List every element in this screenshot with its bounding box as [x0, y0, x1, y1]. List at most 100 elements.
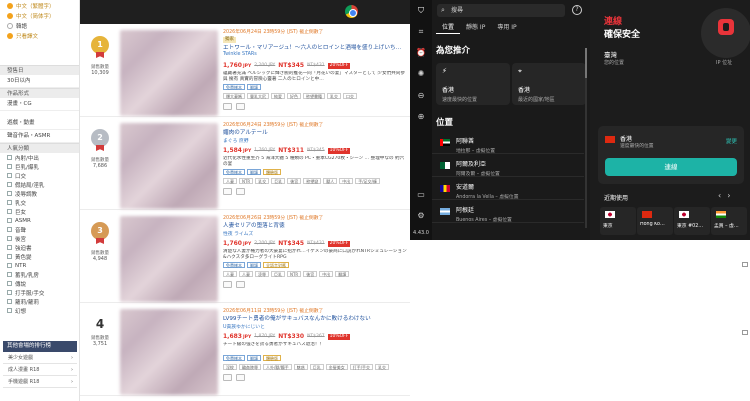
product-thumbnail[interactable] [120, 30, 218, 116]
genre-tag[interactable]: 人妻 [223, 178, 237, 184]
cart-icon[interactable] [223, 103, 232, 110]
filter-format-comic[interactable]: 漫畫・CG [0, 98, 79, 111]
genre-tag[interactable]: 乳交 [327, 93, 341, 99]
genre-option[interactable]: 巨乳/爆乳 [0, 162, 79, 171]
genre-tag[interactable]: 人妻 [239, 271, 253, 277]
ranking-link[interactable]: 美少女遊戲 › [3, 352, 77, 364]
genre-option[interactable]: 後宮 [0, 234, 79, 243]
genre-tag[interactable]: NTR [287, 271, 302, 277]
genre-tag[interactable]: 獸人 [323, 178, 338, 184]
genre-tag[interactable]: 口交 [343, 93, 357, 99]
genre-tag[interactable]: NTR [239, 178, 254, 184]
recent-location-tile[interactable]: 東京 #02… [674, 207, 710, 235]
product-thumbnail[interactable] [120, 309, 218, 395]
product-title-link[interactable]: LV99チート勇者の俺がサキュバスなんかに敗けるわけない [223, 315, 408, 323]
genre-tag[interactable]: 後宮 [287, 178, 302, 184]
share-icon[interactable] [742, 262, 748, 267]
genre-tag[interactable]: 慾望書籍 [303, 93, 325, 99]
genre-option[interactable]: 內射/中出 [0, 153, 79, 162]
genre-tag[interactable]: 凌辱 [255, 271, 269, 277]
location-row[interactable]: 阿根廷 Buenos Aires – 虛擬位置 [432, 202, 584, 223]
recent-location-tile[interactable]: 孟買 – 虛… [711, 207, 747, 235]
genre-tag[interactable]: 金髮美女 [325, 364, 348, 370]
change-location-link[interactable]: 變更 [726, 137, 737, 145]
filter-lang-zh-tw[interactable]: 中文（繁體字） [0, 1, 79, 11]
location-search-input[interactable]: ⌕ 搜尋 [437, 4, 565, 17]
product-thumbnail[interactable] [120, 216, 218, 302]
genre-tag[interactable]: 中出 [339, 178, 354, 184]
product-title-link[interactable]: 人妻セリアの堕落と背徳 [223, 222, 408, 230]
scan-icon[interactable]: ⌗ [416, 27, 426, 37]
genre-tag[interactable]: 巨乳 [271, 271, 285, 277]
help-icon[interactable]: ? [572, 5, 582, 15]
filter-lang-ko[interactable]: 韓語 [0, 21, 79, 31]
gear-icon[interactable]: ⚙ [416, 211, 426, 221]
genre-tag[interactable]: 巨乳 [309, 364, 324, 370]
genre-option[interactable]: 幻想 [0, 306, 79, 315]
recent-location-tile[interactable]: 東京 [600, 207, 636, 235]
recent-location-tile[interactable]: Hong Ko… [637, 207, 673, 235]
favorite-icon[interactable] [236, 103, 245, 110]
bug-icon[interactable]: ✺ [416, 69, 426, 79]
genre-tag[interactable]: 巨乳 [271, 178, 286, 184]
connect-button[interactable]: 連線 [605, 158, 737, 176]
genre-tag[interactable]: 手/足交/褲 [355, 178, 380, 184]
cart-icon[interactable] [223, 374, 232, 381]
genre-option[interactable]: 乳交 [0, 198, 79, 207]
genre-tag[interactable]: 純愛 [271, 93, 285, 99]
genre-option[interactable]: 黃色變 [0, 252, 79, 261]
genre-tag[interactable]: 乳交 [375, 364, 390, 370]
genre-tag[interactable]: 中出 [319, 271, 334, 277]
favorite-icon[interactable] [236, 281, 245, 288]
filter-voice-asmr[interactable]: 聲音作品・ASMR [0, 130, 79, 143]
cart-icon[interactable] [223, 281, 232, 288]
cart-icon[interactable] [223, 188, 232, 195]
location-row[interactable]: 阿爾及利亞 阿爾及爾 – 虛擬位置 [432, 156, 584, 177]
genre-tag[interactable]: 後宮 [303, 271, 318, 277]
genre-option[interactable]: 蓄乳/乳房 [0, 270, 79, 279]
genre-option[interactable]: 傳說 [0, 279, 79, 288]
filter-within-30[interactable]: 30日以內 [0, 75, 79, 88]
genre-option[interactable]: 假結局/淫乳 [0, 180, 79, 189]
genre-tag[interactable]: 豐乳大尻 [247, 93, 269, 99]
circle-name-link[interactable]: U貴族ゆかにじいと [223, 323, 408, 330]
shield-icon[interactable]: ⛉ [416, 6, 426, 16]
zoom-in-icon[interactable]: ⊕ [416, 112, 426, 122]
genre-option[interactable]: 音聲 [0, 225, 79, 234]
genre-tag[interactable]: 好色 [287, 93, 301, 99]
genre-tag[interactable]: 乳交 [255, 178, 270, 184]
favorite-icon[interactable] [236, 374, 245, 381]
genre-tag[interactable]: 淫紋 [223, 364, 237, 370]
tab-dedicated-ip[interactable]: 專用 IP [491, 22, 522, 34]
circle-name-link[interactable]: Twinkle STARs [223, 52, 408, 59]
genre-tag[interactable]: 翻譯 [335, 271, 350, 277]
rec-nearest-card[interactable]: ⌖ 香港 最近的國家/地區 [512, 63, 586, 105]
chevron-right-icon[interactable]: › [727, 191, 736, 200]
zoom-out-icon[interactable]: ⊖ [416, 91, 426, 101]
genre-option[interactable]: ASMR [0, 216, 79, 225]
filter-lang-zh-cn[interactable]: 中文（简体字） [0, 11, 79, 21]
filter-translated-only[interactable]: 只看譯文 [0, 31, 79, 41]
circle-name-link[interactable]: まぐろ 庶野 [223, 137, 408, 144]
tab-location[interactable]: 位置 [436, 22, 461, 34]
genre-tag[interactable]: 人外/獸/觸手 [263, 364, 292, 370]
ranking-link[interactable]: 手機遊戲 R18 › [3, 376, 77, 388]
alarm-icon[interactable]: ⏰ [416, 48, 426, 58]
filter-game-anime[interactable]: 遊戲・動畫 [0, 117, 79, 130]
genre-option[interactable]: NTR [0, 261, 79, 270]
genre-tag[interactable]: 人妻 [223, 271, 237, 277]
product-title-link[interactable]: 媚肉のアルテール [223, 129, 408, 137]
circle-name-link[interactable]: 性夜 ライムズ [223, 230, 408, 237]
location-row[interactable]: 安道爾 Andorra la Vella – 虛擬位置 [432, 179, 584, 200]
genre-tag[interactable]: 輪姦陵辱 [239, 364, 261, 370]
genre-option[interactable]: 打手服/手交 [0, 288, 79, 297]
genre-option[interactable]: 巨女 [0, 207, 79, 216]
product-title-link[interactable]: エトワール・マリアージュ！～六人のヒロインと酒場を盛り上げいち… [223, 44, 408, 52]
chevron-left-icon[interactable]: ‹ [718, 191, 727, 200]
tab-static-ip[interactable]: 靜態 IP [460, 22, 491, 34]
genre-option[interactable]: 強迫書 [0, 243, 79, 252]
genre-tag[interactable]: 打手/手交 [349, 364, 374, 370]
share-icon[interactable] [742, 330, 748, 335]
ranking-link[interactable]: 成人漫畫 R18 › [3, 364, 77, 376]
vpn-scrollbar[interactable] [585, 48, 587, 228]
